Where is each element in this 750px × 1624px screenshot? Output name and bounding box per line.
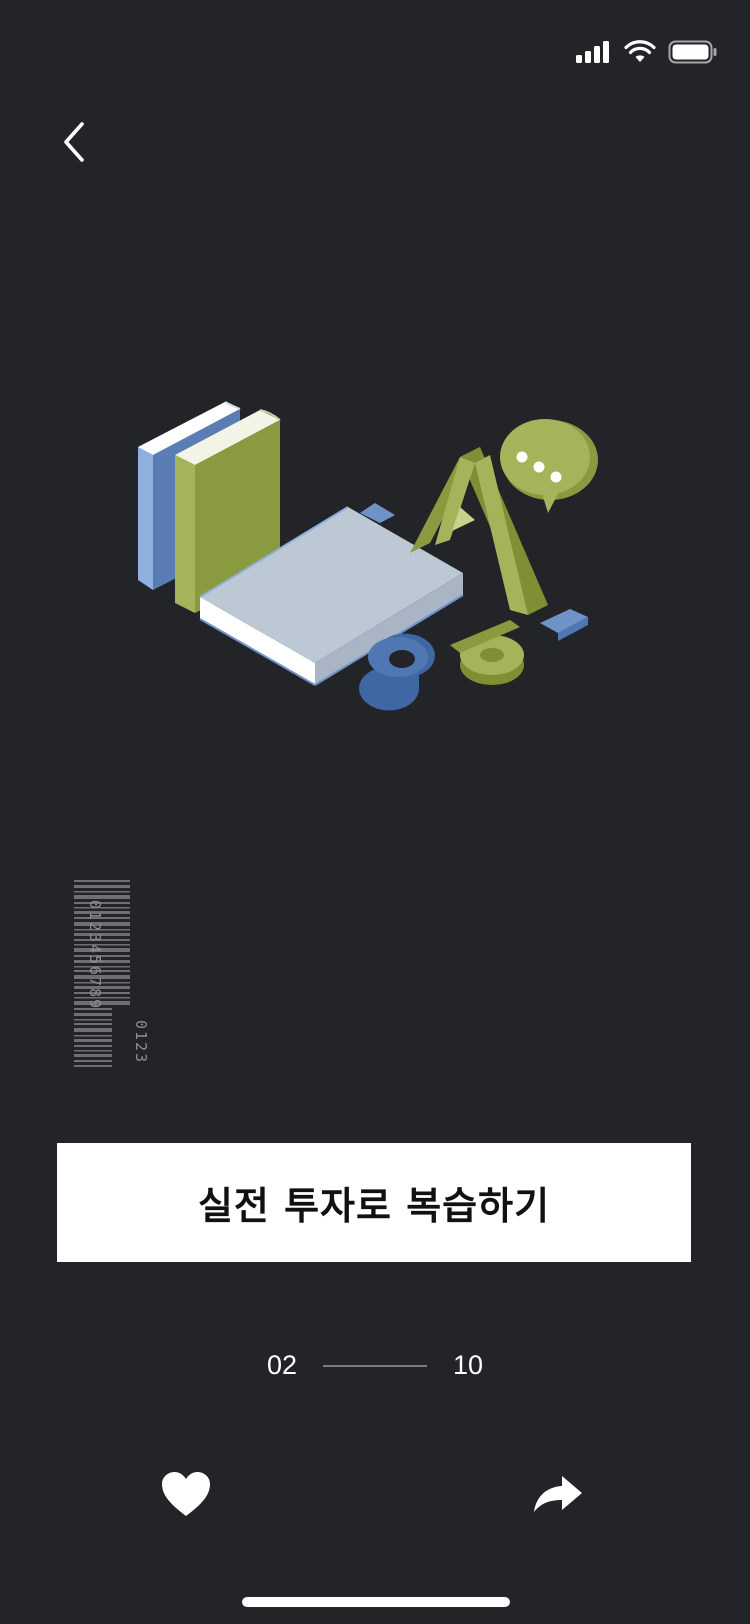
share-button[interactable] (532, 1472, 588, 1528)
current-page: 02 (266, 1350, 297, 1380)
letter-z-shape (540, 609, 588, 641)
speech-bubble-icon (500, 419, 598, 513)
cta-label: 실전 투자로 복습하기 (197, 1184, 551, 1228)
share-arrow-icon (534, 1476, 582, 1512)
barcode-digits: 0123456789 (86, 899, 104, 1011)
total-pages: 10 (453, 1350, 484, 1380)
barcode: 0123456789 0123 (54, 880, 150, 1070)
cellular-signal-icon (576, 41, 609, 63)
books-and-letters-illustration (138, 401, 598, 711)
review-with-real-investment-button[interactable]: 실전 투자로 복습하기 (57, 1143, 691, 1262)
letter-b-shape (450, 620, 524, 685)
back-button[interactable] (50, 114, 98, 170)
status-bar (0, 0, 750, 110)
page-indicator: 02 10 (0, 1350, 750, 1381)
battery-icon (668, 40, 717, 64)
chevron-left-icon (64, 122, 84, 162)
like-button[interactable] (160, 1470, 216, 1526)
barcode-side-digits: 0123 (132, 1020, 150, 1065)
wifi-icon (624, 40, 656, 62)
pager-divider (323, 1364, 427, 1367)
home-indicator[interactable] (242, 1597, 510, 1607)
status-icons (576, 40, 718, 64)
heart-icon (162, 1472, 210, 1516)
